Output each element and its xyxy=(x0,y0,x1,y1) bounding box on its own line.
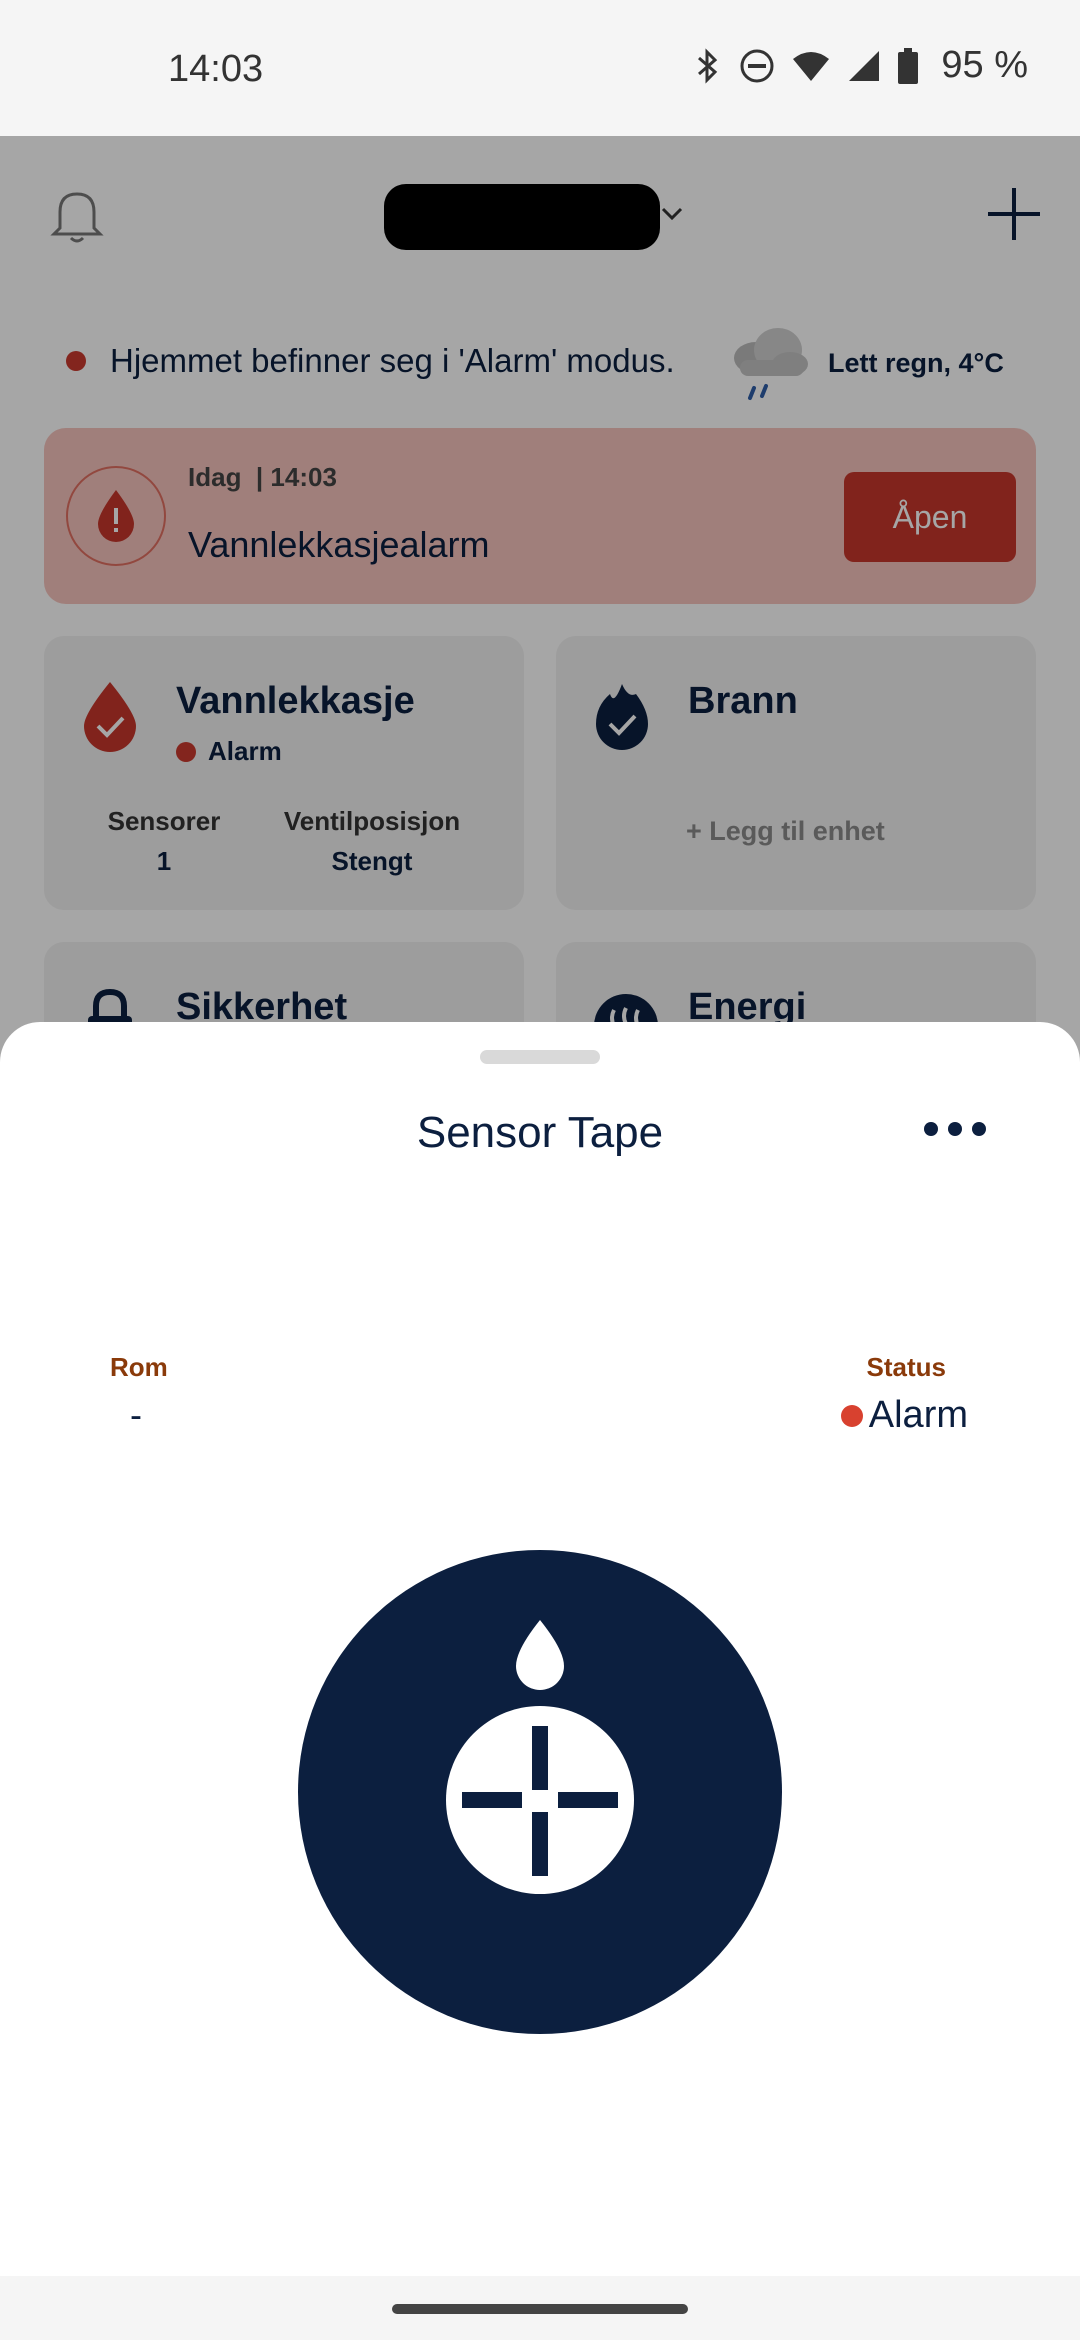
alert-card[interactable]: Idag | 14:03 Vannlekkasjealarm Åpen xyxy=(44,428,1036,604)
status-value-text: Alarm xyxy=(868,1394,968,1436)
home-selector[interactable] xyxy=(384,184,660,250)
tile-status: Alarm xyxy=(176,736,282,767)
status-label: Status xyxy=(866,1352,946,1382)
status-time: 14:03 xyxy=(168,48,264,90)
plus-icon: + xyxy=(686,816,702,846)
add-device-label: Legg til enhet xyxy=(709,816,885,846)
room-label: Rom xyxy=(110,1352,168,1382)
home-gesture-handle[interactable] xyxy=(392,2304,688,2314)
chevron-down-icon[interactable] xyxy=(660,206,684,227)
tile-water-leak[interactable]: Vannlekkasje Alarm Sensorer 1 Ventilposi… xyxy=(44,636,524,910)
alarm-dot xyxy=(840,1404,863,1427)
alert-drop-icon xyxy=(66,466,166,566)
alert-time: | 14:03 xyxy=(255,462,337,492)
bluetooth-icon xyxy=(693,47,723,84)
open-alert-button[interactable]: Åpen xyxy=(844,472,1016,562)
dot xyxy=(972,1122,986,1136)
drag-handle[interactable] xyxy=(480,1050,600,1064)
alert-title: Vannlekkasjealarm xyxy=(188,524,490,565)
mode-status-row: Hjemmet befinner seg i 'Alarm' modus. Le… xyxy=(66,316,1026,406)
sheet-title: Sensor Tape xyxy=(416,1108,664,1157)
battery-percent: 95 % xyxy=(941,44,1028,86)
sensor-device-icon xyxy=(298,1550,782,2034)
wifi-icon xyxy=(791,49,831,83)
alarm-dot xyxy=(66,351,86,371)
dot xyxy=(924,1122,938,1136)
alert-datetime: Idag | 14:03 xyxy=(188,462,337,493)
water-drop-check-icon xyxy=(80,680,140,757)
tile-fire[interactable]: Brann + Legg til enhet xyxy=(556,636,1036,910)
plus-icon[interactable] xyxy=(986,186,1042,247)
stat-label: Sensorer xyxy=(107,806,221,836)
bell-icon[interactable] xyxy=(50,186,104,249)
room-value: - xyxy=(130,1394,142,1435)
flame-check-icon xyxy=(592,680,652,757)
alarm-dot xyxy=(176,741,196,762)
sensor-bottom-sheet: Sensor Tape Rom - Status Alarm xyxy=(0,1022,1080,2276)
cell-signal-icon xyxy=(847,49,881,83)
status-value: Alarm xyxy=(840,1394,968,1437)
battery-icon xyxy=(897,47,919,84)
dnd-icon xyxy=(739,48,775,84)
alert-date: Idag xyxy=(188,462,242,492)
tile-title: Brann xyxy=(688,680,798,722)
system-nav-bar xyxy=(0,2276,1080,2340)
tile-title: Vannlekkasje xyxy=(176,680,415,722)
stat-value: Stengt xyxy=(331,846,413,876)
mode-text: Hjemmet befinner seg i 'Alarm' modus. xyxy=(110,342,675,379)
tile-status-text: Alarm xyxy=(208,736,282,766)
top-bar xyxy=(0,136,1080,296)
rain-cloud-icon xyxy=(726,316,812,411)
stat-label: Ventilposisjon xyxy=(283,806,461,836)
status-icons: 95 % xyxy=(693,44,1028,87)
status-bar: 14:03 95 % xyxy=(0,0,1080,136)
weather-text: Lett regn, 4°C xyxy=(828,348,1004,378)
stat-value: 1 xyxy=(156,846,172,876)
add-device-button[interactable]: + Legg til enhet xyxy=(686,816,885,847)
dot xyxy=(948,1122,962,1136)
more-options-icon[interactable] xyxy=(924,1122,986,1136)
